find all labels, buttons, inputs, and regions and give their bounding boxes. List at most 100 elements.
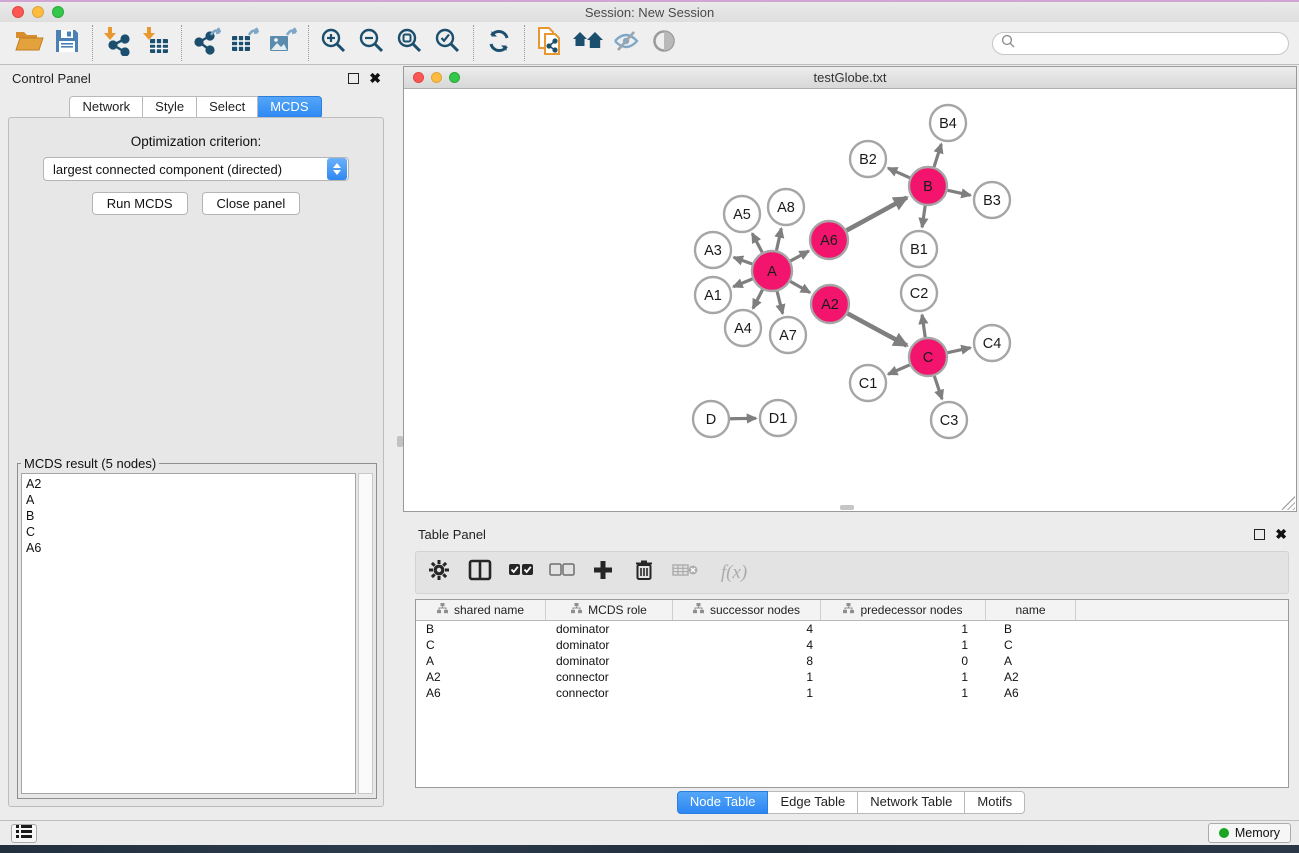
graph-edge-C-C4[interactable] (948, 348, 971, 353)
refresh-button[interactable] (480, 25, 518, 61)
zoom-selected-button[interactable] (429, 25, 467, 61)
apply-function-button[interactable]: f(x) (713, 560, 755, 586)
network-canvas[interactable]: A5A8A3A1A4A7AA6A2B2B4BB3B1C2CC4C1C3DD1 (404, 90, 1296, 511)
export-table-button[interactable] (226, 25, 264, 61)
function-fx-icon: f(x) (721, 562, 747, 584)
graph-edge-B-B1[interactable] (922, 206, 925, 227)
tab-mcds[interactable]: MCDS (258, 96, 321, 119)
table-row[interactable]: Cdominator41C (416, 637, 1288, 653)
table-options-button[interactable] (426, 560, 452, 586)
graph-edge-A-A3[interactable] (734, 257, 752, 264)
delete-column-button[interactable] (631, 560, 657, 586)
result-list-scrollbar[interactable] (358, 473, 373, 794)
cell-successor-nodes: 4 (673, 622, 821, 636)
mcds-result-item[interactable]: C (26, 524, 351, 540)
column-header-successor-nodes[interactable]: successor nodes (673, 600, 821, 620)
node-table[interactable]: shared nameMCDS rolesuccessor nodesprede… (415, 599, 1289, 788)
toolbar-separator (524, 25, 525, 61)
tab-motifs[interactable]: Motifs (965, 791, 1025, 814)
zoom-out-button[interactable] (353, 25, 391, 61)
column-header-predecessor-nodes[interactable]: predecessor nodes (821, 600, 986, 620)
column-header-name[interactable]: name (986, 600, 1076, 620)
show-graphics-details-button[interactable] (645, 25, 683, 61)
graph-edge-A-A2[interactable] (790, 281, 810, 292)
import-table-button[interactable] (137, 25, 175, 61)
run-mcds-button[interactable]: Run MCDS (92, 192, 188, 215)
select-all-button[interactable] (508, 560, 534, 586)
graph-edge-C-C1[interactable] (888, 365, 909, 374)
mcds-result-item[interactable]: A (26, 492, 351, 508)
clone-network-button[interactable] (531, 25, 569, 61)
network-vertical-scroll-thumb[interactable] (397, 436, 403, 447)
tab-node-table[interactable]: Node Table (677, 791, 769, 814)
graph-edge-A2-C[interactable] (848, 314, 907, 346)
search-field[interactable] (992, 32, 1289, 55)
graph-edge-B-B2[interactable] (888, 168, 910, 178)
delete-table-button[interactable] (672, 560, 698, 586)
column-header-shared-name[interactable]: shared name (416, 600, 546, 620)
tab-network[interactable]: Network (69, 96, 143, 119)
graph-edge-A-A4[interactable] (753, 290, 763, 309)
mcds-result-item[interactable]: B (26, 508, 351, 524)
tab-edge-table[interactable]: Edge Table (768, 791, 858, 814)
close-panel-button[interactable]: Close panel (202, 192, 301, 215)
workspace: Control Panel ✖ NetworkStyleSelectMCDS O… (0, 66, 1299, 820)
table-row[interactable]: A2connector11A2 (416, 669, 1288, 685)
graph-edge-C-C3[interactable] (934, 376, 942, 399)
table-row[interactable]: Bdominator41B (416, 621, 1288, 637)
graph-edge-A-A6[interactable] (790, 251, 808, 261)
table-close-panel-icon[interactable]: ✖ (1275, 527, 1287, 542)
table-panel-header: Table Panel ✖ (418, 527, 1287, 543)
memory-button[interactable]: Memory (1208, 823, 1291, 843)
tab-select[interactable]: Select (197, 96, 258, 119)
mcds-tab-content: Optimization criterion: largest connecte… (8, 117, 384, 807)
toolbar-separator (473, 25, 474, 61)
table-body: Bdominator41BCdominator41CAdominator80AA… (416, 621, 1288, 701)
mcds-result-item[interactable]: A6 (26, 540, 351, 556)
graph-edge-A6-B[interactable] (847, 197, 907, 230)
zoom-in-button[interactable] (315, 25, 353, 61)
graph-edge-A-A5[interactable] (752, 233, 762, 252)
graph-edge-A-A8[interactable] (776, 228, 781, 250)
graph-edge-A-A7[interactable] (777, 291, 783, 313)
close-panel-icon[interactable]: ✖ (369, 71, 381, 86)
graph-edge-C-C2[interactable] (922, 315, 925, 337)
export-network-button[interactable] (188, 25, 226, 61)
column-header-MCDS-role[interactable]: MCDS role (546, 600, 673, 620)
network-horizontal-scroll-thumb[interactable] (840, 505, 854, 510)
export-image-button[interactable] (264, 25, 302, 61)
home-button[interactable] (569, 25, 607, 61)
table-panel-title: Table Panel (418, 527, 486, 542)
search-input[interactable] (1020, 36, 1280, 50)
tab-style[interactable]: Style (143, 96, 197, 119)
graph-node-label-A4: A4 (734, 321, 752, 337)
add-column-button[interactable] (590, 560, 616, 586)
table-row[interactable]: A6connector11A6 (416, 685, 1288, 701)
table-panel: Table Panel ✖ (403, 521, 1299, 820)
import-network-button[interactable] (99, 25, 137, 61)
tab-network-table[interactable]: Network Table (858, 791, 965, 814)
network-list-toggle-button[interactable] (11, 824, 37, 843)
window-resize-grip[interactable] (1281, 496, 1295, 510)
mcds-result-list[interactable]: A2ABCA6 (21, 473, 356, 794)
optimization-criterion-select[interactable]: largest connected component (directed) (43, 157, 349, 181)
mcds-result-item[interactable]: A2 (26, 476, 351, 492)
graph-edge-B-B3[interactable] (948, 190, 971, 195)
table-row[interactable]: Adominator80A (416, 653, 1288, 669)
open-session-button[interactable] (10, 25, 48, 61)
graph-node-label-D: D (706, 412, 716, 428)
show-columns-button[interactable] (467, 560, 493, 586)
column-header-label: name (1015, 603, 1045, 617)
table-float-panel-icon[interactable] (1254, 529, 1265, 540)
save-session-button[interactable] (48, 25, 86, 61)
network-window-titlebar[interactable]: testGlobe.txt (404, 67, 1296, 89)
export-table-icon (230, 26, 260, 61)
hide-graphics-details-button[interactable] (607, 25, 645, 61)
dropdown-stepper-icon (327, 158, 347, 180)
float-panel-icon[interactable] (348, 73, 359, 84)
deselect-all-button[interactable] (549, 560, 575, 586)
graph-edge-B-B4[interactable] (934, 144, 941, 167)
graph-edge-A-A1[interactable] (733, 279, 752, 287)
zoom-fit-button[interactable] (391, 25, 429, 61)
graph-node-label-A6: A6 (820, 233, 838, 249)
